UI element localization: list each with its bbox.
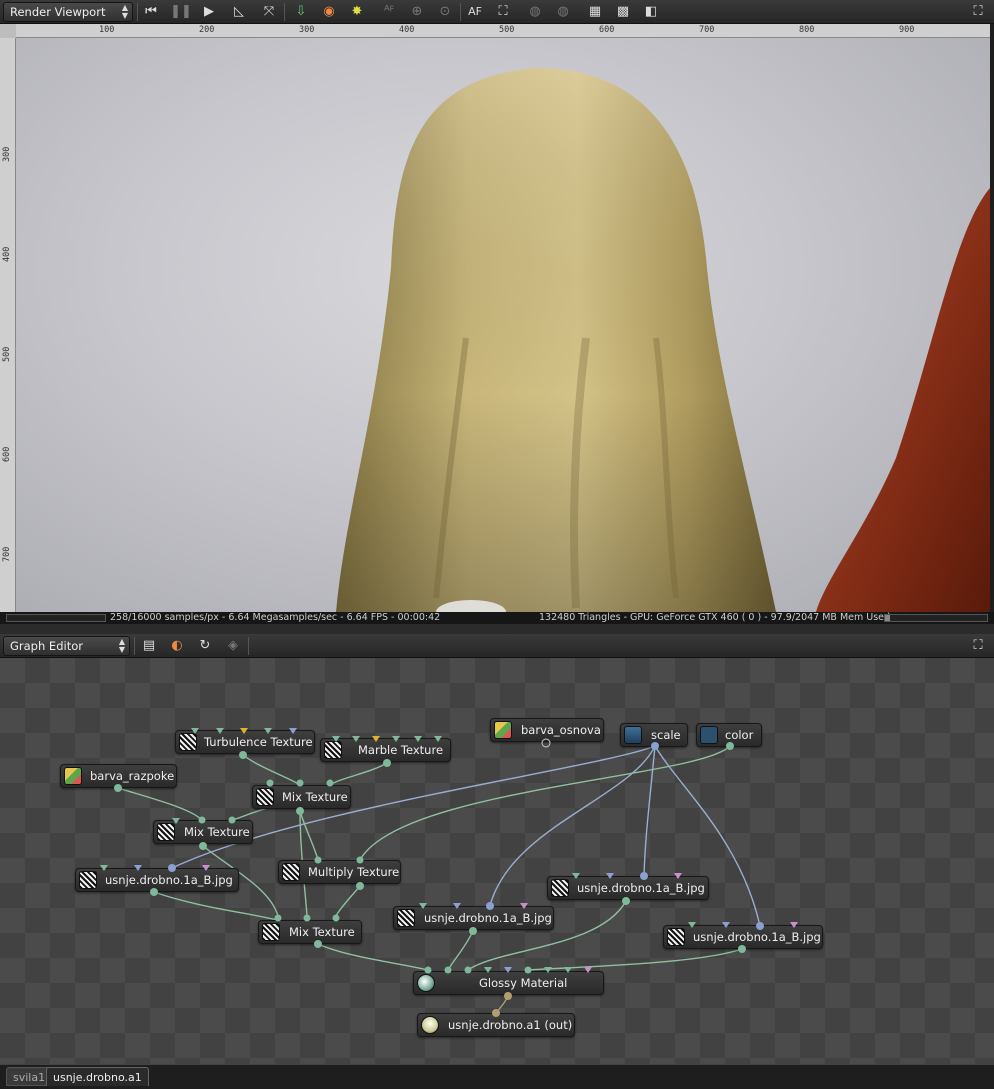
render-status-bar: 258/16000 samples/px - 6.64 Megasamples/…: [0, 612, 994, 624]
memory-bar: [884, 614, 988, 622]
render-viewport[interactable]: 100 200 300 400 500 600 700 800 900 300 …: [0, 24, 994, 624]
node-graph-canvas[interactable]: Turbulence Texture Marble Texture barva_…: [0, 658, 994, 1064]
maximize-icon[interactable]: ⛶: [968, 636, 988, 656]
ruler-vertical: 300 400 500 600 700: [0, 38, 16, 612]
fit-view-icon[interactable]: ⤧: [258, 2, 280, 22]
tab-usnje-drobno-a1[interactable]: usnje.drobno.a1: [46, 1067, 149, 1086]
checker-icon[interactable]: ▩: [612, 2, 634, 22]
ruler-tick-label: 400: [399, 25, 415, 35]
material-icon[interactable]: ◐: [166, 636, 188, 656]
graph-dropdown-label: Graph Editor: [10, 639, 83, 653]
rendered-scene: [336, 68, 990, 612]
import-icon[interactable]: ⇩: [290, 2, 312, 22]
separator: [284, 3, 285, 21]
viewport-type-dropdown[interactable]: Render Viewport ▲ ▼: [3, 2, 133, 22]
ruler-horizontal: 100 200 300 400 500 600 700 800 900: [16, 24, 990, 38]
graph-editor-toolbar: Graph Editor ▲ ▼ ▤ ◐ ↻ ◈ ⛶: [0, 634, 994, 658]
separator: [460, 3, 461, 21]
ruler-tick-label: 300: [2, 146, 12, 162]
ruler-tick-label: 800: [799, 25, 815, 35]
save-graph-icon[interactable]: ▤: [138, 636, 160, 656]
ruler-tick-label: 500: [2, 346, 12, 362]
restart-render-icon[interactable]: ⏮: [140, 2, 162, 22]
ruler-corner: [0, 24, 16, 38]
render-image[interactable]: [16, 38, 990, 612]
ruler-tick-label: 600: [2, 446, 12, 462]
material-tabs: svila1 usnje.drobno.a1: [0, 1064, 994, 1089]
play-icon[interactable]: ▶: [198, 2, 220, 22]
refresh-icon[interactable]: ↻: [194, 636, 216, 656]
layout-dim-icon[interactable]: ◈: [222, 636, 244, 656]
red-leather-cloth: [816, 188, 990, 612]
ruler-icon[interactable]: ◺: [228, 2, 250, 22]
separator: [134, 637, 135, 655]
ruler-tick-label: 900: [899, 25, 915, 35]
zoom-pick-dim-icon[interactable]: ⊙: [434, 2, 456, 22]
render-stats-right: 132480 Triangles - GPU: GeForce GTX 460 …: [539, 612, 891, 623]
separator: [248, 637, 249, 655]
ruler-tick-label: 300: [299, 25, 315, 35]
ruler-tick-label: 400: [2, 246, 12, 262]
ruler-tick-label: 700: [699, 25, 715, 35]
light-icon[interactable]: ✸: [346, 2, 368, 22]
dropdown-arrows-icon: ▲ ▼: [118, 637, 125, 654]
separator: [137, 3, 138, 21]
autofocus-icon[interactable]: AF: [464, 2, 486, 22]
viewport-dropdown-label: Render Viewport: [10, 5, 106, 19]
dropdown-arrows-icon: ▲ ▼: [121, 3, 128, 20]
ruler-tick-label: 100: [99, 25, 115, 35]
ruler-tick-label: 500: [499, 25, 515, 35]
grid-icon[interactable]: ▦: [584, 2, 606, 22]
ruler-tick-label: 200: [199, 25, 215, 35]
node-pins: [100, 728, 798, 1017]
editor-type-dropdown[interactable]: Graph Editor ▲ ▼: [3, 636, 130, 656]
camera-icon[interactable]: ⛶: [492, 2, 514, 22]
alpha-icon[interactable]: ◧: [640, 2, 662, 22]
autofocus-dim-icon[interactable]: ᴬꟳ: [378, 2, 400, 22]
ruler-tick-label: 700: [2, 546, 12, 562]
region-render-icon[interactable]: ◍: [524, 2, 546, 22]
ruler-tick-label: 600: [599, 25, 615, 35]
render-progress-bar: [6, 614, 106, 622]
pause-icon[interactable]: ❚❚: [170, 2, 192, 22]
focus-pick-dim-icon[interactable]: ⊕: [406, 2, 428, 22]
viewport-toolbar: Render Viewport ▲ ▼ ⏮ ❚❚ ▶ ◺ ⤧ ⇩ ◉ ✸ ᴬꟳ ⊕…: [0, 0, 994, 24]
render-stats-left: 258/16000 samples/px - 6.64 Megasamples/…: [110, 612, 441, 623]
material-picker-icon[interactable]: ◉: [318, 2, 340, 22]
film-region-icon[interactable]: ◍: [552, 2, 574, 22]
maximize-icon[interactable]: ⛶: [968, 2, 988, 22]
